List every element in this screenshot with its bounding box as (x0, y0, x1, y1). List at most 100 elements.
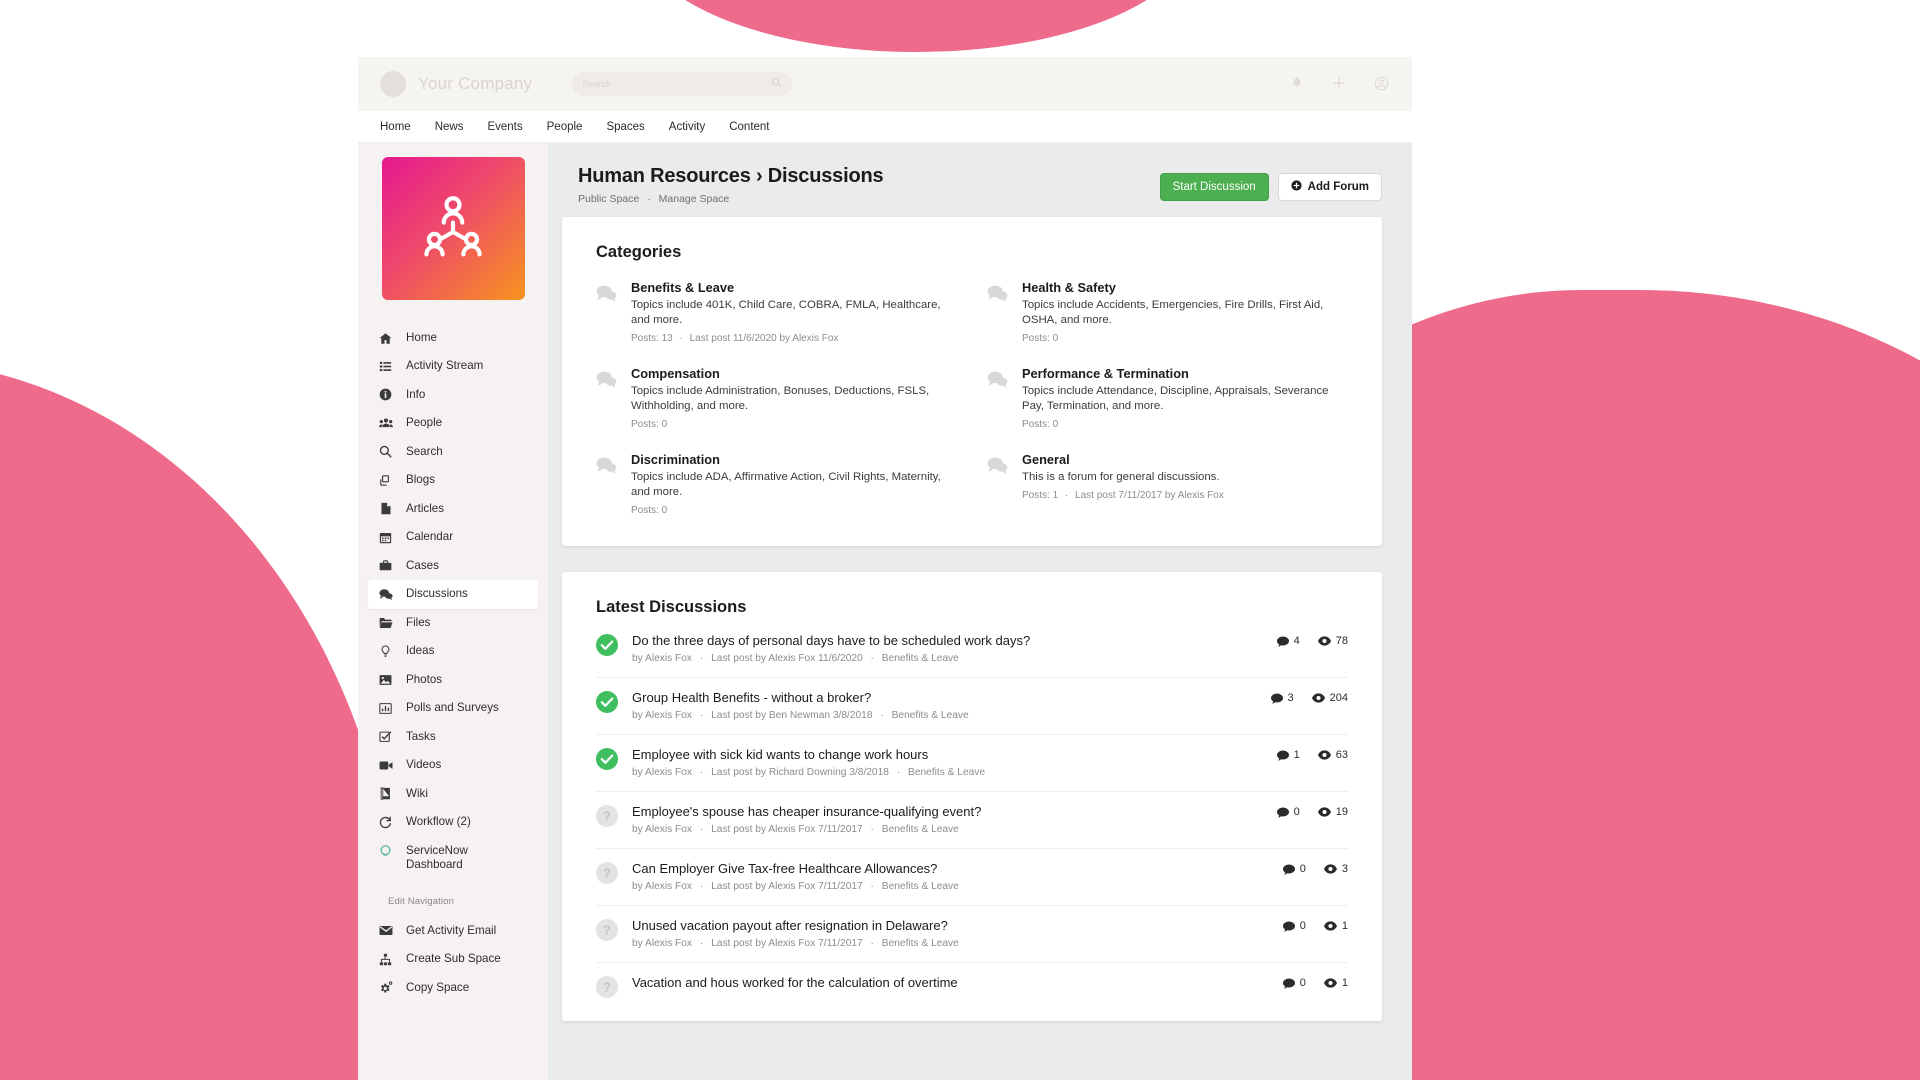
sidebar-item-info[interactable]: Info (368, 381, 538, 409)
sidebar-item-ideas[interactable]: Ideas (368, 637, 538, 665)
discussion-row[interactable]: Employee with sick kid wants to change w… (596, 735, 1348, 793)
add-forum-button[interactable]: Add Forum (1277, 173, 1382, 201)
category-item[interactable]: Discrimination Topics include ADA, Affir… (596, 452, 957, 516)
search-placeholder: Search (582, 79, 611, 89)
discussion-body: Can Employer Give Tax-free Healthcare Al… (632, 861, 1269, 892)
sidebar-item-discussions[interactable]: Discussions (368, 580, 538, 609)
global-topbar: Your Company Search (358, 57, 1412, 111)
folder-icon (378, 616, 393, 630)
separator-dot: · (1064, 490, 1069, 502)
bell-icon[interactable] (1290, 76, 1306, 92)
category-item[interactable]: Health & Safety Topics include Accidents… (987, 280, 1348, 344)
sidebar-item-files[interactable]: Files (368, 609, 538, 637)
sidebar-item-servicenow-dashboard[interactable]: ServiceNow Dashboard (368, 837, 538, 880)
forum-chat-icon (596, 452, 618, 516)
plus-icon[interactable] (1332, 76, 1348, 92)
discussion-row[interactable]: ? Vacation and hous worked for the calcu… (596, 963, 1348, 1011)
category-item[interactable]: Performance & Termination Topics include… (987, 366, 1348, 430)
discussion-category[interactable]: Benefits & Leave (882, 881, 959, 892)
forum-chat-icon (596, 280, 618, 344)
org-people-icon (424, 195, 482, 257)
sidebar-item-workflow[interactable]: Workflow (2) (368, 808, 538, 836)
comment-icon (1276, 807, 1289, 818)
view-count-value: 19 (1335, 806, 1348, 819)
question-badge-icon: ? (596, 805, 618, 828)
discussion-last-post: Last post by Alexis Fox 7/11/2017 (711, 824, 863, 836)
nav-item-activity[interactable]: Activity (669, 121, 705, 133)
discussion-category[interactable]: Benefits & Leave (882, 653, 959, 664)
category-item[interactable]: Benefits & Leave Topics include 401K, Ch… (596, 280, 957, 344)
sidebar-item-search[interactable]: Search (368, 438, 538, 466)
user-avatar-icon[interactable] (1374, 76, 1390, 92)
sidebar-item-people[interactable]: People (368, 409, 538, 437)
sidebar-item-home[interactable]: Home (368, 324, 538, 352)
discussion-row[interactable]: ? Employee's spouse has cheaper insuranc… (596, 792, 1348, 850)
edit-navigation-label[interactable]: Edit Navigation (368, 880, 538, 917)
nav-item-people[interactable]: People (547, 121, 583, 133)
sidebar-item-label: Discussions (406, 587, 468, 601)
space-visibility: Public Space (578, 193, 640, 205)
view-count: 3 (1323, 863, 1348, 875)
sidebar-item-polls-and-surveys[interactable]: Polls and Surveys (368, 694, 538, 722)
discussion-meta: by Alexis Fox · Last post by Alexis Fox … (632, 824, 1263, 835)
sidebar-item-cases[interactable]: Cases (368, 552, 538, 580)
reply-count-value: 3 (1287, 692, 1294, 705)
nav-item-events[interactable]: Events (487, 121, 522, 133)
reply-count: 0 (1282, 863, 1306, 875)
discussion-row[interactable]: Do the three days of personal days have … (596, 621, 1348, 679)
forum-chat-icon (987, 366, 1009, 430)
sidebar-item-photos[interactable]: Photos (368, 666, 538, 694)
nav-item-spaces[interactable]: Spaces (606, 121, 644, 133)
sidebar-item-get-activity-email[interactable]: Get Activity Email (368, 917, 538, 945)
category-item[interactable]: General This is a forum for general disc… (987, 452, 1348, 516)
app-window: Your Company Search Home News Events Peo… (358, 57, 1412, 1080)
discussion-title[interactable]: Employee's spouse has cheaper insurance-… (632, 804, 1263, 819)
nav-item-content[interactable]: Content (729, 121, 769, 133)
sidebar-item-tasks[interactable]: Tasks (368, 723, 538, 751)
discussion-author: by Alexis Fox (632, 653, 693, 665)
svg-text:?: ? (603, 981, 611, 995)
sidebar-item-copy-space[interactable]: Copy Space (368, 974, 538, 1002)
sitemap-icon (378, 952, 393, 966)
category-description: Topics include Accidents, Emergencies, F… (1022, 299, 1324, 327)
reply-count-value: 0 (1299, 977, 1306, 990)
global-search[interactable]: Search (572, 72, 793, 96)
sidebar-item-label: Wiki (406, 786, 428, 800)
sidebar-item-activity-stream[interactable]: Activity Stream (368, 352, 538, 380)
category-item[interactable]: Compensation Topics include Administrati… (596, 366, 957, 430)
sidebar-nav-list: Home Activity Stream Info People Search … (358, 324, 548, 1002)
sidebar-item-articles[interactable]: Articles (368, 495, 538, 523)
manage-space-link[interactable]: Manage Space (659, 193, 730, 205)
discussion-category[interactable]: Benefits & Leave (892, 710, 969, 721)
discussion-title[interactable]: Group Health Benefits - without a broker… (632, 690, 1257, 705)
discussion-stats: 1 63 (1276, 747, 1348, 761)
category-posts: Posts: 0 (631, 419, 668, 431)
discussion-title[interactable]: Unused vacation payout after resignation… (632, 918, 1269, 933)
nav-item-home[interactable]: Home (380, 121, 411, 133)
discussion-title[interactable]: Employee with sick kid wants to change w… (632, 747, 1263, 762)
sidebar-item-blogs[interactable]: Blogs (368, 466, 538, 494)
sidebar-item-label: Cases (406, 558, 439, 572)
discussion-category[interactable]: Benefits & Leave (882, 824, 959, 835)
discussion-row[interactable]: ? Can Employer Give Tax-free Healthcare … (596, 849, 1348, 907)
discussion-category[interactable]: Benefits & Leave (882, 938, 959, 949)
category-name: Compensation (631, 366, 720, 382)
discussion-title[interactable]: Vacation and hous worked for the calcula… (632, 975, 1269, 990)
sidebar-item-calendar[interactable]: Calendar (368, 523, 538, 551)
app-body: Home Activity Stream Info People Search … (358, 143, 1412, 1080)
sidebar-item-wiki[interactable]: Wiki (368, 780, 538, 808)
start-discussion-button[interactable]: Start Discussion (1159, 173, 1269, 201)
sidebar-item-create-sub-space[interactable]: Create Sub Space (368, 945, 538, 973)
discussion-title[interactable]: Do the three days of personal days have … (632, 633, 1263, 648)
category-meta: Posts: 0 (1022, 419, 1348, 430)
sidebar-item-videos[interactable]: Videos (368, 751, 538, 779)
discussion-category[interactable]: Benefits & Leave (908, 767, 985, 778)
brand-name: Your Company (418, 74, 533, 93)
page-title: Human Resources › Discussions (578, 165, 884, 187)
discussion-row[interactable]: Group Health Benefits - without a broker… (596, 678, 1348, 736)
category-posts: Posts: 0 (1022, 333, 1059, 345)
discussion-title[interactable]: Can Employer Give Tax-free Healthcare Al… (632, 861, 1269, 876)
info-icon (378, 388, 393, 402)
discussion-row[interactable]: ? Unused vacation payout after resignati… (596, 906, 1348, 964)
nav-item-news[interactable]: News (435, 121, 464, 133)
